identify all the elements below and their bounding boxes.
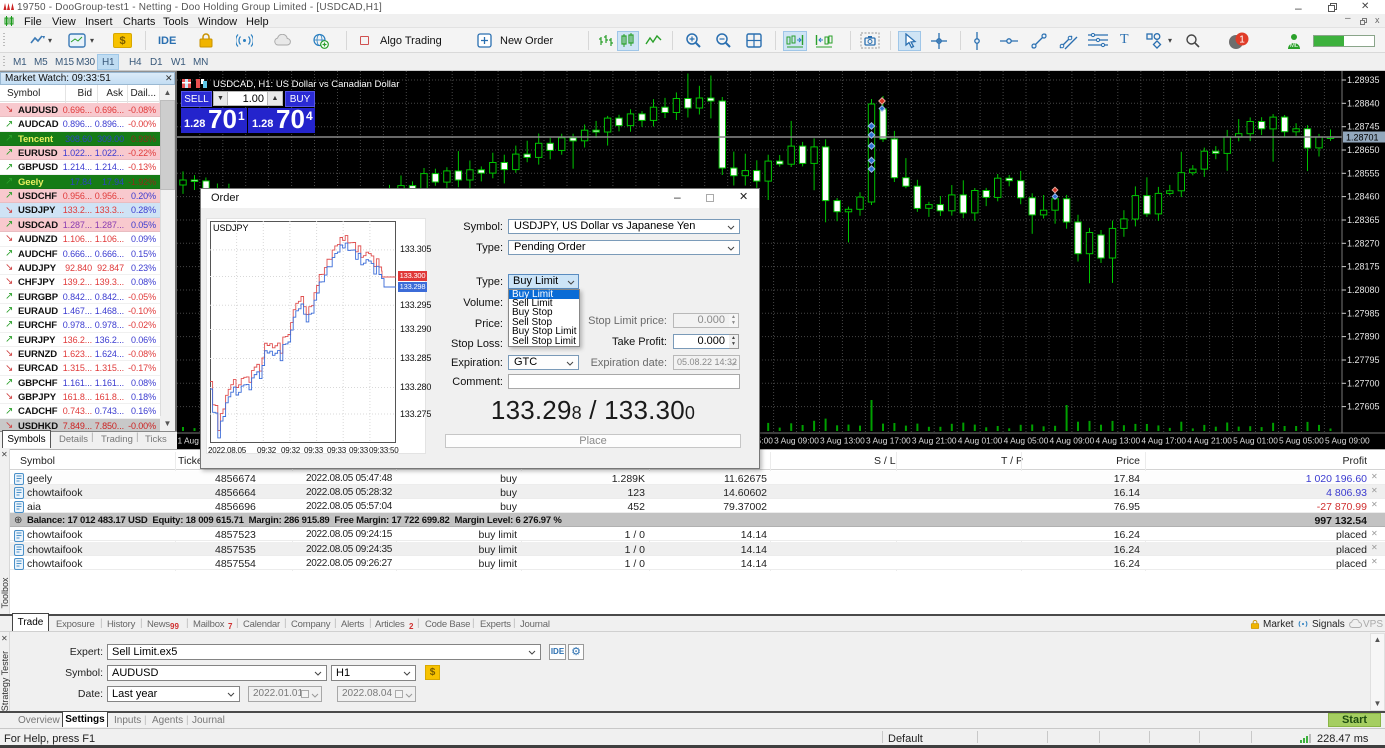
svg-text:1.28701: 1.28701 bbox=[1346, 133, 1379, 143]
svg-text:4 Aug 21:00: 4 Aug 21:00 bbox=[1187, 436, 1232, 446]
svg-text:4 Aug 05:00: 4 Aug 05:00 bbox=[1004, 436, 1049, 446]
svg-text:1.28745: 1.28745 bbox=[1347, 122, 1380, 132]
svg-text:4 Aug 09:00: 4 Aug 09:00 bbox=[1050, 436, 1095, 446]
svg-text:1.28555: 1.28555 bbox=[1347, 168, 1380, 178]
svg-text:USDCAD, H1: US Dollar vs Cana: USDCAD, H1: US Dollar vs Canadian Dollar bbox=[213, 79, 399, 90]
svg-text:1.28365: 1.28365 bbox=[1347, 215, 1380, 225]
svg-text:USDJPY: USDJPY bbox=[213, 223, 249, 233]
svg-text:4 Aug 01:00: 4 Aug 01:00 bbox=[958, 436, 1003, 446]
svg-text:1.27700: 1.27700 bbox=[1347, 378, 1380, 388]
svg-text:1.27985: 1.27985 bbox=[1347, 308, 1380, 318]
svg-text:5 Aug 01:00: 5 Aug 01:00 bbox=[1233, 436, 1278, 446]
svg-text:1.28935: 1.28935 bbox=[1347, 75, 1380, 85]
svg-text:3 Aug 13:00: 3 Aug 13:00 bbox=[820, 436, 865, 446]
svg-text:ML: ML bbox=[1290, 43, 1299, 49]
svg-text:3 Aug 09:00: 3 Aug 09:00 bbox=[774, 436, 819, 446]
svg-text:3 Aug 17:00: 3 Aug 17:00 bbox=[866, 436, 911, 446]
svg-text:1.28650: 1.28650 bbox=[1347, 145, 1380, 155]
svg-text:1.28460: 1.28460 bbox=[1347, 192, 1380, 202]
svg-text:4 Aug 17:00: 4 Aug 17:00 bbox=[1141, 436, 1186, 446]
svg-text:1.28080: 1.28080 bbox=[1347, 285, 1380, 295]
svg-text:1.27795: 1.27795 bbox=[1347, 355, 1380, 365]
svg-text:3 Aug 21:00: 3 Aug 21:00 bbox=[912, 436, 957, 446]
svg-text:5 Aug 05:00: 5 Aug 05:00 bbox=[1279, 436, 1324, 446]
svg-text:1.28840: 1.28840 bbox=[1347, 98, 1380, 108]
svg-text:5 Aug 09:00: 5 Aug 09:00 bbox=[1325, 436, 1370, 446]
svg-text:1.27890: 1.27890 bbox=[1347, 332, 1380, 342]
svg-text:1.28270: 1.28270 bbox=[1347, 238, 1380, 248]
svg-text:1: 1 bbox=[1239, 35, 1245, 46]
svg-text:1.27605: 1.27605 bbox=[1347, 402, 1380, 412]
svg-text:4 Aug 13:00: 4 Aug 13:00 bbox=[1095, 436, 1140, 446]
svg-text:1.28175: 1.28175 bbox=[1347, 262, 1380, 272]
